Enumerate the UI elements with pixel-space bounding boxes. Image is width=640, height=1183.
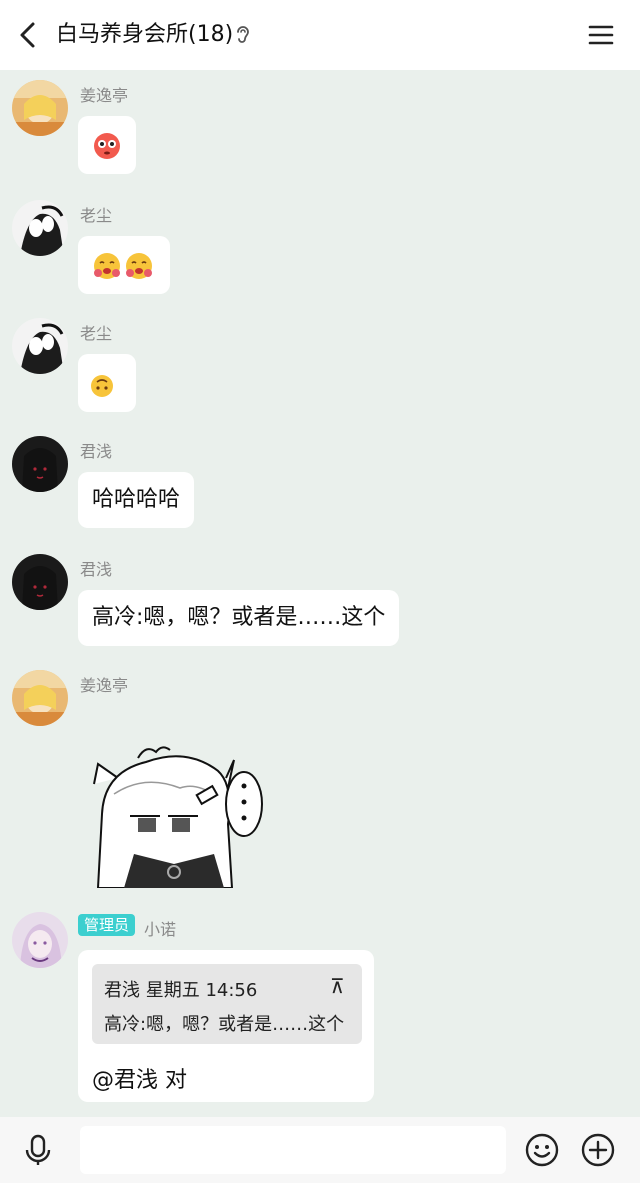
avatar[interactable]	[12, 318, 68, 374]
message-input[interactable]	[80, 1126, 506, 1174]
microphone-icon[interactable]	[20, 1132, 56, 1168]
ear-icon[interactable]	[234, 24, 252, 46]
sender-name: 老尘	[80, 206, 113, 225]
chat-title: 白马养身会所(18)	[56, 22, 234, 47]
message-text: 高冷:嗯，嗯？或者是……这个	[92, 605, 386, 630]
message-bubble[interactable]	[78, 116, 136, 174]
sender-name: 小诺	[144, 920, 177, 939]
plus-icon[interactable]	[580, 1132, 616, 1168]
admin-badge: 管理员	[78, 914, 136, 936]
sticker-image[interactable]	[84, 744, 274, 888]
sender-name: 姜逸亭	[80, 86, 129, 105]
message-bubble[interactable]: 哈哈哈哈	[78, 472, 195, 528]
avatar[interactable]	[12, 554, 68, 610]
quote-text: 高冷:嗯，嗯？或者是……这个	[104, 1014, 345, 1035]
message-bubble[interactable]: 高冷:嗯，嗯？或者是……这个	[78, 590, 400, 646]
avatar[interactable]	[12, 80, 68, 136]
savoring-emoji-icon	[126, 253, 152, 279]
flushed-emoji-icon	[94, 133, 120, 159]
sender-name: 君浅	[80, 560, 113, 579]
message-bubble[interactable]	[78, 236, 170, 294]
avatar[interactable]	[12, 912, 68, 968]
top-bar: 白马养身会所(18)	[0, 0, 640, 70]
upside-down-emoji-icon	[91, 375, 113, 397]
collapse-icon[interactable]: ⊼	[330, 974, 345, 998]
savoring-emoji-icon	[94, 253, 120, 279]
input-bar	[0, 1117, 640, 1183]
back-icon[interactable]	[14, 20, 42, 50]
avatar[interactable]	[12, 436, 68, 492]
message-list[interactable]: 姜逸亭 老尘 老尘 君浅 哈哈哈哈 君浅 高冷:嗯，嗯？或者是……这个 姜逸亭 …	[0, 70, 640, 1117]
quote-header: 君浅 星期五 14:56	[104, 980, 258, 1001]
menu-icon[interactable]	[586, 20, 616, 50]
quote-block[interactable]: 君浅 星期五 14:56 ⊼ 高冷:嗯，嗯？或者是……这个	[92, 964, 362, 1044]
sender-name: 君浅	[80, 442, 113, 461]
message-bubble[interactable]	[78, 354, 136, 412]
message-text: 哈哈哈哈	[92, 487, 181, 512]
avatar[interactable]	[12, 670, 68, 726]
emoji-icon[interactable]	[524, 1132, 560, 1168]
sender-name: 姜逸亭	[80, 676, 129, 695]
message-text: @君浅 对	[92, 1068, 187, 1093]
avatar[interactable]	[12, 200, 68, 256]
sender-name: 老尘	[80, 324, 113, 343]
